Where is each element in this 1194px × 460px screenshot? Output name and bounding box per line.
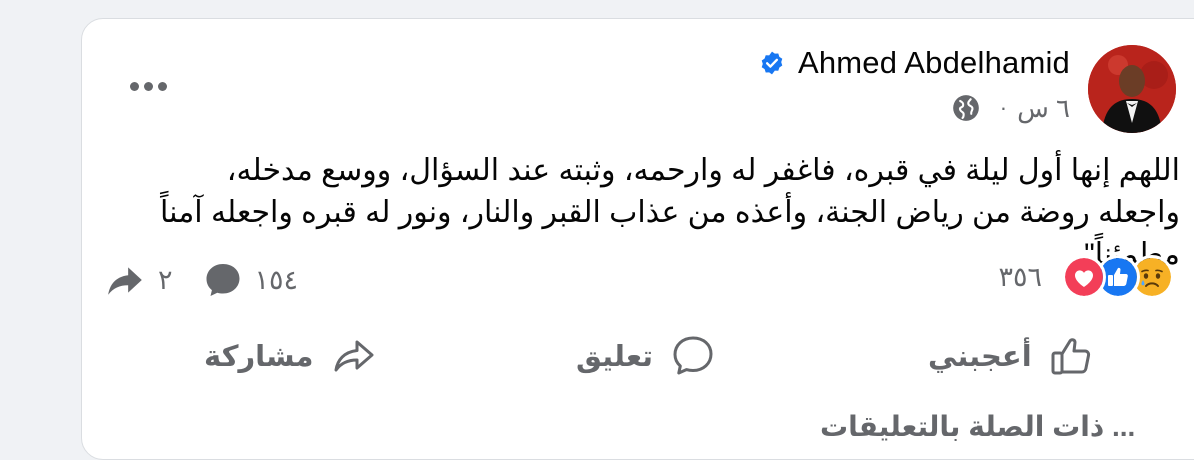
meta-separator: ·	[999, 95, 1008, 120]
comment-label: تعليق	[576, 340, 654, 373]
comment-count-icon	[206, 264, 240, 296]
more-options-button[interactable]	[130, 78, 170, 94]
thumbs-up-icon	[1051, 338, 1090, 375]
reaction-icons[interactable]	[1062, 255, 1174, 299]
post-meta: · ٦ س	[952, 92, 1070, 124]
engagement-counts: ٢ ١٥٤	[104, 258, 298, 302]
love-reaction-icon	[1062, 255, 1106, 299]
comments-filter-label[interactable]: ... ذات الصلة بالتعليقات	[820, 410, 1135, 443]
share-count[interactable]: ٢	[158, 265, 173, 296]
reaction-count[interactable]: ٣٥٦	[998, 262, 1042, 293]
comment-icon	[673, 336, 713, 375]
author-avatar[interactable]	[1088, 45, 1176, 133]
like-label: أعجبني	[928, 340, 1032, 373]
more-dot-icon	[130, 81, 139, 91]
share-arrow-icon	[334, 340, 374, 372]
share-count-icon	[108, 267, 142, 295]
share-button[interactable]: مشاركة	[204, 328, 378, 384]
post-header: Ahmed Abdelhamid	[759, 43, 1070, 83]
more-dot-icon	[144, 81, 153, 91]
more-dot-icon	[158, 81, 167, 91]
post-time[interactable]: ٦ س	[1017, 93, 1070, 124]
reactions-summary[interactable]: ٣٥٦	[998, 255, 1174, 299]
comment-button[interactable]: تعليق	[576, 328, 717, 384]
comment-count[interactable]: ١٥٤	[255, 265, 299, 296]
avatar-image	[1088, 45, 1176, 133]
share-label: مشاركة	[204, 340, 314, 373]
verified-badge-icon	[761, 51, 783, 75]
like-button[interactable]: أعجبني	[928, 328, 1096, 384]
author-name[interactable]: Ahmed Abdelhamid	[798, 45, 1070, 81]
globe-icon[interactable]	[952, 94, 980, 122]
